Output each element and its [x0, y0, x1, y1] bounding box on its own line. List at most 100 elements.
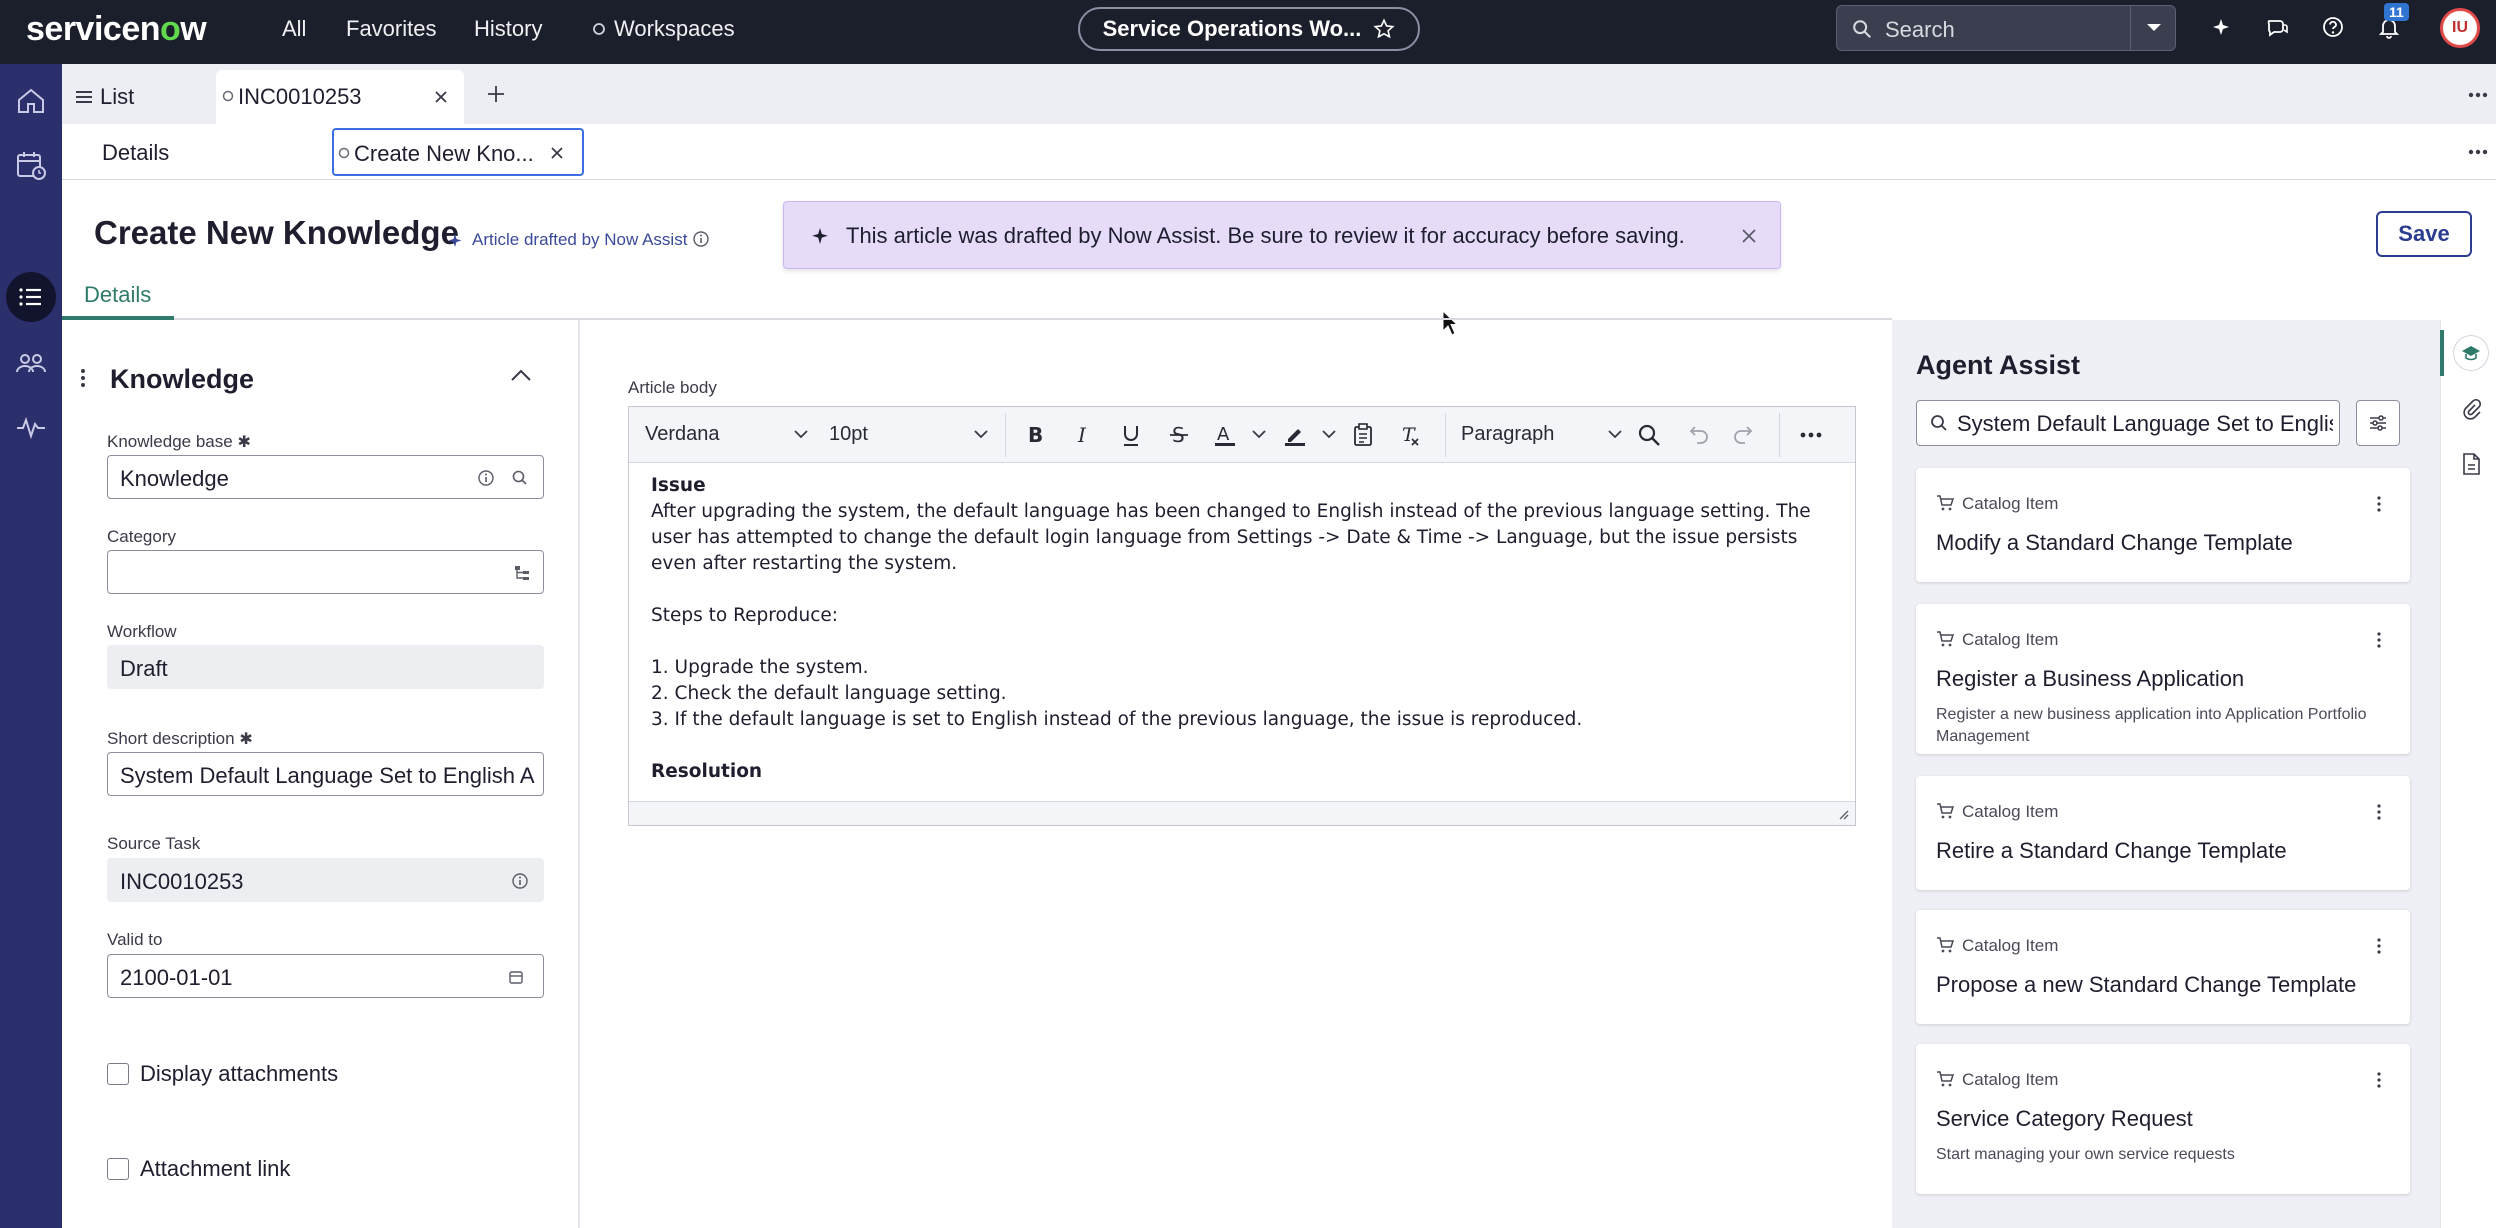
- agent-assist-rail-button[interactable]: [2454, 336, 2488, 370]
- save-button[interactable]: Save: [2376, 211, 2472, 257]
- more-horizontal-icon[interactable]: [2468, 92, 2488, 98]
- calendar-icon[interactable]: [506, 967, 526, 987]
- subtab-details[interactable]: Details: [84, 282, 151, 308]
- close-icon[interactable]: [1740, 227, 1758, 245]
- chat-icon[interactable]: [2264, 14, 2290, 40]
- chevron-up-icon[interactable]: [510, 368, 532, 382]
- activity-pulse-icon[interactable]: [14, 410, 48, 444]
- search-icon[interactable]: [510, 468, 530, 488]
- tab-status-circle-icon: [222, 90, 234, 102]
- sparkle-icon: [448, 234, 462, 247]
- kebab-menu-icon[interactable]: [2376, 1070, 2382, 1090]
- cart-icon: [1937, 1071, 1954, 1087]
- find-icon[interactable]: [1635, 421, 1663, 449]
- attachment-icon[interactable]: [2460, 398, 2482, 420]
- catalog-item-card[interactable]: Catalog Item Register a Business Applica…: [1916, 604, 2410, 754]
- top-navigation-bar: servicenow All Favorites History Workspa…: [0, 0, 2496, 64]
- chevron-down-icon[interactable]: [973, 429, 989, 439]
- highlight-color-icon[interactable]: [1281, 421, 1309, 449]
- document-icon[interactable]: [2460, 452, 2482, 476]
- info-icon[interactable]: [510, 871, 530, 891]
- undo-icon[interactable]: [1683, 421, 1711, 449]
- tab-details[interactable]: Details: [102, 140, 169, 166]
- agent-assist-search-input[interactable]: System Default Language Set to Englis: [1916, 400, 2340, 446]
- valid-to-field[interactable]: 2100-01-01: [107, 954, 544, 998]
- resize-handle-icon[interactable]: [1837, 808, 1849, 820]
- sparkle-icon: [812, 228, 828, 244]
- list-icon[interactable]: [14, 280, 48, 314]
- tab-list[interactable]: List: [76, 84, 134, 110]
- nav-history[interactable]: History: [474, 16, 542, 42]
- paste-clipboard-icon[interactable]: [1349, 421, 1377, 449]
- knowledge-base-field[interactable]: Knowledge: [107, 455, 544, 499]
- chevron-down-icon[interactable]: [1251, 429, 1267, 439]
- kebab-menu-icon[interactable]: [2376, 494, 2382, 514]
- sparkle-icon[interactable]: [2208, 14, 2234, 40]
- kebab-menu-icon[interactable]: [2376, 630, 2382, 650]
- clear-formatting-icon[interactable]: T: [1395, 421, 1423, 449]
- tree-picker-icon[interactable]: [512, 563, 532, 583]
- more-horizontal-icon[interactable]: [1797, 421, 1825, 449]
- drag-handle-icon[interactable]: [80, 368, 86, 388]
- servicenow-logo[interactable]: servicenow: [26, 10, 207, 49]
- kebab-menu-icon[interactable]: [2376, 936, 2382, 956]
- workflow-field: Draft: [107, 645, 544, 689]
- info-icon[interactable]: [692, 230, 710, 248]
- user-avatar[interactable]: IU: [2440, 8, 2480, 48]
- short-description-field[interactable]: System Default Language Set to English A: [107, 752, 544, 796]
- star-icon[interactable]: [1373, 18, 1396, 40]
- category-field[interactable]: [107, 550, 544, 594]
- card-title[interactable]: Service Category Request: [1936, 1106, 2193, 1132]
- nav-favorites[interactable]: Favorites: [346, 16, 436, 42]
- right-rail-active-indicator: [2440, 330, 2444, 376]
- italic-icon[interactable]: I: [1069, 421, 1097, 449]
- bold-icon[interactable]: B: [1021, 421, 1049, 449]
- chevron-down-icon[interactable]: [1607, 429, 1623, 439]
- editor-toolbar: Verdana 10pt B I S A T Paragraph: [629, 407, 1855, 463]
- catalog-item-card[interactable]: Catalog Item Propose a new Standard Chan…: [1916, 910, 2410, 1024]
- home-icon[interactable]: [14, 84, 48, 118]
- card-title[interactable]: Register a Business Application: [1936, 666, 2244, 692]
- more-horizontal-icon[interactable]: [2468, 149, 2488, 155]
- chevron-down-icon[interactable]: [1321, 429, 1337, 439]
- block-format-select[interactable]: Paragraph: [1461, 423, 1554, 446]
- catalog-item-card[interactable]: Catalog Item Service Category Request St…: [1916, 1044, 2410, 1194]
- redo-icon[interactable]: [1731, 421, 1759, 449]
- display-attachments-checkbox[interactable]: [107, 1063, 129, 1085]
- people-icon[interactable]: [14, 346, 48, 380]
- underline-icon[interactable]: [1117, 421, 1145, 449]
- global-search-input[interactable]: Search: [1836, 5, 2176, 51]
- strikethrough-icon[interactable]: S: [1165, 421, 1193, 449]
- help-icon[interactable]: [2320, 14, 2346, 40]
- catalog-item-card[interactable]: Catalog Item Retire a Standard Change Te…: [1916, 776, 2410, 890]
- search-scope-dropdown[interactable]: [2130, 5, 2176, 51]
- hamburger-icon: [76, 91, 92, 103]
- source-task-label: Source Task: [107, 834, 201, 853]
- nav-workspaces[interactable]: Workspaces: [592, 16, 735, 42]
- article-body-editor[interactable]: Verdana 10pt B I S A T Paragraph Issue A…: [628, 406, 1856, 826]
- card-title[interactable]: Retire a Standard Change Template: [1936, 838, 2287, 864]
- info-icon[interactable]: [476, 468, 496, 488]
- close-icon[interactable]: [550, 146, 564, 160]
- banner-message: This article was drafted by Now Assist. …: [846, 223, 1685, 248]
- card-title[interactable]: Propose a new Standard Change Template: [1936, 972, 2356, 998]
- text-color-icon[interactable]: A: [1211, 421, 1239, 449]
- attachment-link-checkbox[interactable]: [107, 1158, 129, 1180]
- card-title[interactable]: Modify a Standard Change Template: [1936, 530, 2293, 556]
- close-icon[interactable]: [434, 90, 448, 104]
- workspace-pill[interactable]: Service Operations Wo...: [1078, 7, 1420, 51]
- font-family-select[interactable]: Verdana: [645, 423, 720, 446]
- catalog-item-card[interactable]: Catalog Item Modify a Standard Change Te…: [1916, 468, 2410, 582]
- tab-create-new-knowledge[interactable]: Create New Kno...: [332, 128, 584, 176]
- calendar-clock-icon[interactable]: [14, 148, 48, 182]
- article-body-content[interactable]: Issue After upgrading the system, the de…: [629, 463, 1855, 803]
- add-tab-icon[interactable]: [486, 84, 506, 104]
- filter-settings-button[interactable]: [2356, 400, 2400, 446]
- tab-incident[interactable]: INC0010253: [216, 70, 464, 124]
- chevron-down-icon[interactable]: [793, 429, 809, 439]
- kebab-menu-icon[interactable]: [2376, 802, 2382, 822]
- now-assist-banner: This article was drafted by Now Assist. …: [783, 201, 1781, 269]
- short-description-value: System Default Language Set to English A: [120, 763, 535, 788]
- font-size-select[interactable]: 10pt: [829, 423, 868, 446]
- nav-all[interactable]: All: [282, 16, 306, 42]
